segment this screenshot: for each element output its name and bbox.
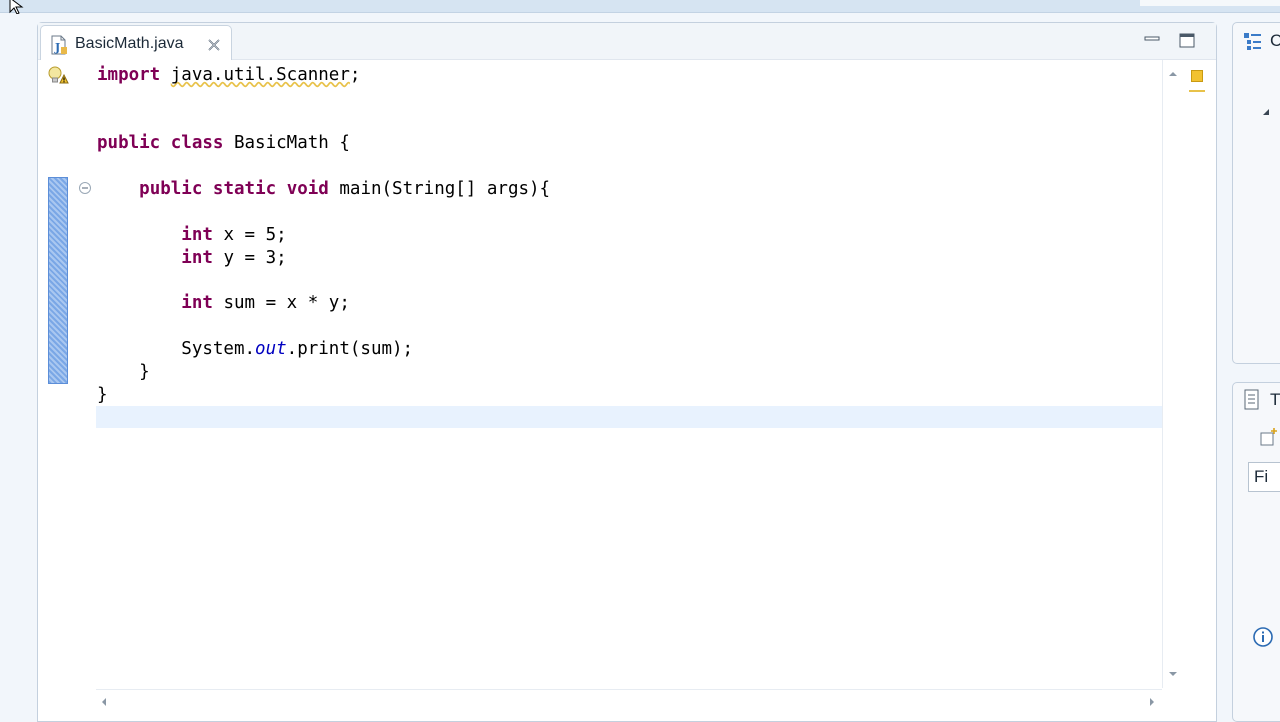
task-find-input[interactable]: Fi bbox=[1248, 462, 1280, 492]
task-list-icon[interactable] bbox=[1243, 389, 1261, 411]
code-editor[interactable]: import java.util.Scanner; public class B… bbox=[38, 60, 1162, 688]
task-list-panel: T bbox=[1232, 382, 1280, 722]
change-indicator-bar bbox=[48, 177, 68, 384]
outline-tab-label[interactable]: C bbox=[1270, 31, 1280, 51]
scroll-down-icon[interactable] bbox=[1167, 670, 1179, 678]
minimize-icon[interactable] bbox=[1142, 29, 1162, 49]
editor-gutter bbox=[38, 60, 95, 688]
scroll-left-icon[interactable] bbox=[100, 696, 108, 708]
warning-lightbulb-icon[interactable] bbox=[47, 65, 69, 85]
tab-basicmath-java[interactable]: J BasicMath.java bbox=[40, 25, 232, 60]
vertical-scrollbar[interactable] bbox=[1162, 60, 1183, 688]
code-line-1: import java.util.Scanner; bbox=[97, 65, 361, 85]
current-line-highlight bbox=[96, 406, 1162, 428]
editor-tab-bar: J BasicMath.java bbox=[38, 23, 1216, 60]
chevron-menu-icon[interactable] bbox=[1261, 107, 1271, 117]
find-placeholder: Fi bbox=[1254, 467, 1269, 486]
outline-panel: C bbox=[1232, 22, 1280, 364]
info-icon[interactable] bbox=[1252, 626, 1274, 648]
new-task-icon[interactable] bbox=[1259, 427, 1279, 447]
warning-overview-mark[interactable] bbox=[1189, 90, 1205, 92]
unused-import-warning: java.util.Scanner bbox=[170, 65, 350, 85]
code-line-12: System.out.print(sum); bbox=[97, 339, 414, 359]
code-line-8: int y = 3; bbox=[181, 248, 287, 268]
java-file-icon: J bbox=[51, 35, 67, 55]
scroll-right-icon[interactable] bbox=[1148, 696, 1156, 708]
mouse-cursor-icon bbox=[9, 0, 24, 14]
overview-ruler[interactable] bbox=[1182, 60, 1214, 688]
svg-text:J: J bbox=[54, 41, 60, 54]
editor-view: J BasicMath.java import java.util.Scanne… bbox=[37, 22, 1217, 722]
scroll-up-icon[interactable] bbox=[1167, 70, 1179, 78]
code-line-13: } bbox=[97, 362, 150, 382]
outline-icon[interactable] bbox=[1243, 31, 1263, 51]
code-line-10: int sum = x * y; bbox=[181, 293, 350, 313]
window-title-strip bbox=[0, 0, 1280, 13]
maximize-icon[interactable] bbox=[1177, 31, 1197, 51]
code-line-5: public static void main(String[] args){ bbox=[139, 179, 551, 199]
warning-marker[interactable] bbox=[1191, 70, 1203, 82]
code-line-3: public class BasicMath { bbox=[97, 133, 350, 153]
task-tab-label[interactable]: T bbox=[1270, 390, 1280, 410]
code-line-14: } bbox=[97, 385, 108, 405]
horizontal-scrollbar[interactable] bbox=[96, 689, 1162, 712]
fold-collapse-icon[interactable] bbox=[78, 181, 92, 195]
close-icon[interactable] bbox=[207, 38, 221, 52]
code-line-7: int x = 5; bbox=[181, 225, 287, 245]
tab-label: BasicMath.java bbox=[75, 35, 184, 52]
